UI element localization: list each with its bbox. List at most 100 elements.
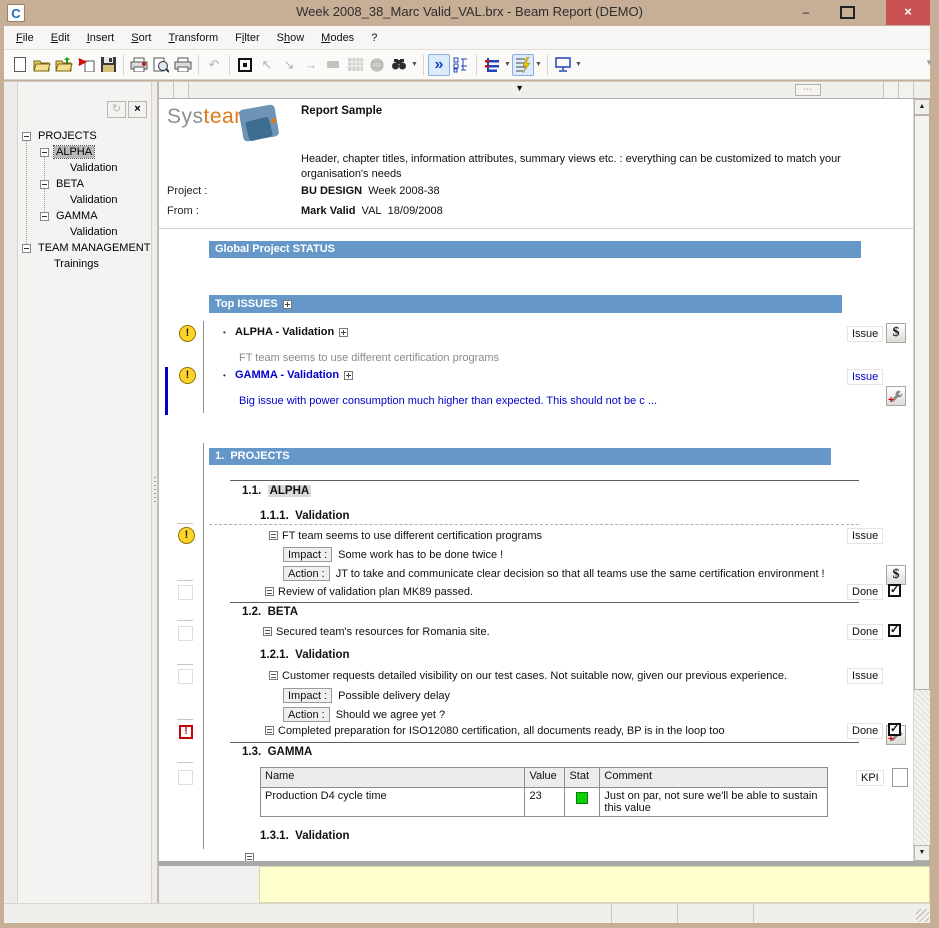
- find-dropdown-icon[interactable]: ▼: [410, 54, 419, 76]
- menu-modes[interactable]: Modes: [321, 32, 354, 44]
- attribute-bars-dropdown-icon[interactable]: ▼: [503, 54, 512, 76]
- new-document-icon[interactable]: [9, 54, 31, 76]
- status-label[interactable]: Done: [847, 624, 883, 640]
- tree-item-alpha-validation[interactable]: Validation: [20, 160, 151, 176]
- highlight-rules-dropdown-icon[interactable]: ▼: [534, 54, 543, 76]
- tree-close-button[interactable]: ×: [128, 101, 147, 118]
- display-mode-icon[interactable]: [552, 54, 574, 76]
- collapse-expander-icon[interactable]: [22, 132, 31, 141]
- tree-item-beta-validation[interactable]: Validation: [20, 192, 151, 208]
- minimize-button[interactable]: –: [793, 2, 819, 24]
- status-label[interactable]: Issue: [847, 326, 883, 342]
- attribute-bars-icon[interactable]: [481, 54, 503, 76]
- tree-item-projects[interactable]: PROJECTS: [20, 128, 151, 144]
- tree-refresh-button[interactable]: ↻: [107, 101, 126, 118]
- tree-item-gamma[interactable]: GAMMA: [20, 208, 151, 224]
- ruler-cell[interactable]: [898, 82, 913, 98]
- highlight-rules-icon[interactable]: [512, 54, 534, 76]
- menu-transform[interactable]: Transform: [168, 32, 218, 44]
- tree-item-gamma-validation[interactable]: Validation: [20, 224, 151, 240]
- item-expander-icon[interactable]: [245, 853, 254, 861]
- expand-plus-icon[interactable]: [339, 328, 348, 337]
- left-dock-strip: [4, 82, 18, 903]
- status-label[interactable]: Done: [847, 584, 883, 600]
- scrollbar-track[interactable]: [914, 690, 930, 845]
- save-icon[interactable]: [97, 54, 119, 76]
- top-issue-title[interactable]: GAMMA - Validation: [235, 369, 353, 381]
- undo-icon[interactable]: ↶: [203, 54, 225, 76]
- ruler-cell[interactable]: [174, 82, 189, 98]
- menu-help[interactable]: ?: [371, 32, 377, 44]
- toolbar-overflow-icon[interactable]: ▼: [925, 58, 933, 67]
- menu-sort[interactable]: Sort: [131, 32, 151, 44]
- open-icon[interactable]: [31, 54, 53, 76]
- cost-attribute-icon[interactable]: $: [886, 565, 906, 585]
- panel-splitter[interactable]: [151, 82, 158, 903]
- menu-edit[interactable]: Edit: [51, 32, 70, 44]
- open-add-icon[interactable]: [53, 54, 75, 76]
- tree-item-trainings[interactable]: Trainings: [20, 256, 151, 272]
- print-preview-icon[interactable]: [150, 54, 172, 76]
- ruler-track[interactable]: ▼ ◦◦◦: [189, 82, 883, 98]
- action-wrench-icon[interactable]: +: [886, 386, 906, 406]
- notes-pane[interactable]: [259, 866, 930, 903]
- expand-plus-icon[interactable]: [283, 300, 292, 309]
- status-label[interactable]: Issue: [847, 369, 883, 385]
- done-checkbox[interactable]: ✓: [888, 624, 901, 637]
- tree-item-alpha[interactable]: ALPHA: [20, 144, 151, 160]
- menu-show[interactable]: Show: [277, 32, 305, 44]
- collapse-expander-icon[interactable]: [40, 148, 49, 157]
- ruler-corner: [913, 82, 930, 98]
- table-view-icon[interactable]: [344, 54, 366, 76]
- tree-item-team-management[interactable]: TEAM MANAGEMENT: [20, 240, 151, 256]
- expand-plus-icon[interactable]: [344, 371, 353, 380]
- item-expander-icon[interactable]: [269, 671, 278, 680]
- status-label[interactable]: Issue: [847, 668, 883, 684]
- top-issue-title[interactable]: ALPHA - Validation: [235, 326, 348, 338]
- scrollbar-thumb[interactable]: [914, 115, 930, 690]
- vertical-scrollbar[interactable]: ▲ ▼: [913, 99, 930, 861]
- find-icon[interactable]: [388, 54, 410, 76]
- scroll-down-icon[interactable]: ▼: [914, 845, 930, 861]
- nav-forward-icon[interactable]: ↘: [278, 54, 300, 76]
- collapse-expander-icon[interactable]: [40, 180, 49, 189]
- print-icon[interactable]: [172, 54, 194, 76]
- nav-next-icon[interactable]: →: [300, 54, 322, 76]
- collapse-expander-icon[interactable]: [40, 212, 49, 221]
- collapse-item-icon[interactable]: [322, 54, 344, 76]
- ruler-cell[interactable]: [159, 82, 174, 98]
- import-icon[interactable]: [75, 54, 97, 76]
- item-expander-icon[interactable]: [265, 587, 274, 596]
- warning-icon: !: [179, 367, 196, 384]
- position-marker-icon[interactable]: ▼: [515, 83, 524, 93]
- world-icon[interactable]: [366, 54, 388, 76]
- done-checkbox[interactable]: ✓: [888, 723, 901, 736]
- tree-item-beta[interactable]: BETA: [20, 176, 151, 192]
- menu-file[interactable]: File: [16, 32, 34, 44]
- item-expander-icon[interactable]: [269, 531, 278, 540]
- outline-view-icon[interactable]: [450, 54, 472, 76]
- nav-back-icon[interactable]: ↖: [256, 54, 278, 76]
- ruler-cell[interactable]: [883, 82, 898, 98]
- kpi-empty-box[interactable]: [892, 768, 908, 787]
- status-label[interactable]: Done: [847, 723, 883, 739]
- item-expander-icon[interactable]: [263, 627, 272, 636]
- maximize-button[interactable]: [840, 6, 855, 19]
- status-label[interactable]: KPI: [856, 770, 884, 786]
- item-expander-icon[interactable]: [265, 726, 274, 735]
- resize-grip-icon[interactable]: [916, 909, 929, 922]
- menu-filter[interactable]: Filter: [235, 32, 259, 44]
- collapse-expander-icon[interactable]: [22, 244, 31, 253]
- expand-all-icon[interactable]: »: [428, 54, 450, 76]
- cost-attribute-icon[interactable]: $: [886, 323, 906, 343]
- ruler-more-button[interactable]: ◦◦◦: [795, 84, 821, 96]
- menu-insert[interactable]: Insert: [87, 32, 115, 44]
- stop-record-icon[interactable]: [234, 54, 256, 76]
- scroll-up-icon[interactable]: ▲: [914, 99, 930, 115]
- close-button[interactable]: ×: [886, 0, 930, 25]
- print-setup-icon[interactable]: [128, 54, 150, 76]
- display-mode-dropdown-icon[interactable]: ▼: [574, 54, 583, 76]
- done-checkbox[interactable]: ✓: [888, 584, 901, 597]
- status-green-icon[interactable]: [576, 792, 588, 804]
- status-label[interactable]: Issue: [847, 528, 883, 544]
